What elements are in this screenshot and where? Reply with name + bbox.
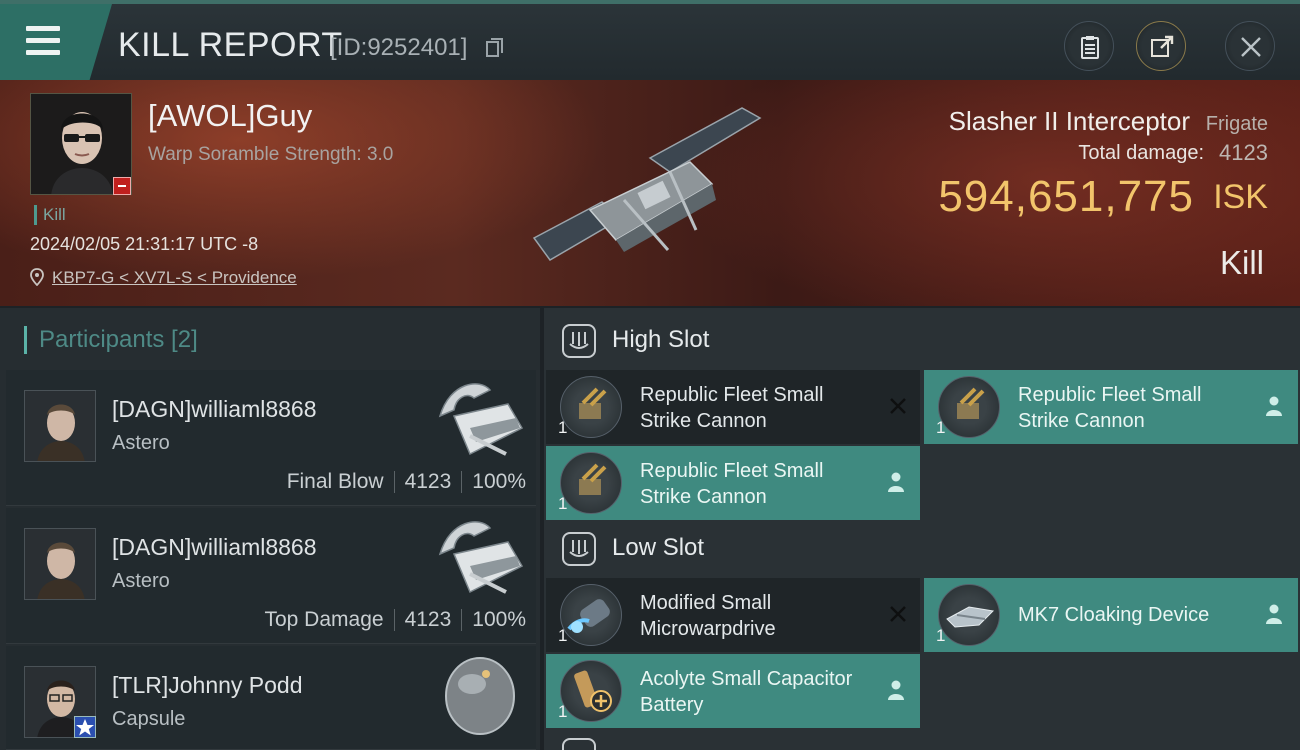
module-high-2[interactable]: 1 Republic Fleet Small Strike Cannon xyxy=(546,446,920,520)
hamburger-icon xyxy=(26,26,60,56)
person-icon xyxy=(888,680,904,700)
kill-result: Kill xyxy=(1219,244,1264,281)
module-name: Republic Fleet Small Strike Cannon xyxy=(1018,384,1202,432)
module-quantity: 1 xyxy=(558,626,568,645)
module-quantity: 1 xyxy=(558,702,568,721)
module-high-1[interactable]: 1 Republic Fleet Small Strike Cannon xyxy=(924,370,1298,444)
cannon-icon xyxy=(560,376,622,438)
participant-stats: Top Damage 4123 100% xyxy=(264,608,526,632)
module-quantity: 1 xyxy=(936,626,946,645)
participant-ship-image xyxy=(438,521,524,594)
module-name: Modified Small Microwarpdrive xyxy=(640,592,776,640)
participant-ship: Astero xyxy=(112,570,170,592)
copy-icon[interactable] xyxy=(486,38,504,58)
total-damage-label: Total damage: xyxy=(1078,142,1204,164)
participant-ship-image xyxy=(438,383,524,456)
module-name: Republic Fleet Small Strike Cannon xyxy=(640,384,824,432)
hostile-status-badge xyxy=(113,177,131,195)
participant-avatar xyxy=(24,390,96,462)
high-slot-label: High Slot xyxy=(612,326,710,353)
page-title: KILL REPORT xyxy=(118,26,343,64)
clipboard-button[interactable] xyxy=(1064,21,1114,71)
isk-value: 594,651,775 xyxy=(938,172,1194,221)
participant-damage: 4123 xyxy=(404,608,452,631)
fitting-panel: High Slot 1 Republic Fleet Small Strike … xyxy=(544,308,1300,750)
participant-role: Top Damage xyxy=(264,608,384,631)
module-high-0[interactable]: 1 Republic Fleet Small Strike Cannon xyxy=(546,370,920,444)
isk-unit: ISK xyxy=(1213,178,1268,216)
participant-avatar xyxy=(24,528,96,600)
menu-button[interactable] xyxy=(0,4,112,80)
kill-tag: Kill xyxy=(34,205,66,225)
module-name: MK7 Cloaking Device xyxy=(1018,604,1210,626)
person-icon xyxy=(1266,604,1282,624)
module-low-1[interactable]: 1 MK7 Cloaking Device xyxy=(924,578,1298,652)
participant-ship: Capsule xyxy=(112,708,186,730)
cannon-icon xyxy=(560,452,622,514)
person-icon xyxy=(1266,396,1282,416)
share-button[interactable] xyxy=(1136,21,1186,71)
participant-damage: 4123 xyxy=(404,470,452,493)
participant-name[interactable]: [DAGN]williaml8868 xyxy=(112,534,317,561)
module-quantity: 1 xyxy=(558,494,568,513)
participant-row[interactable]: [DAGN]williaml8868 Astero Top Damage 4123… xyxy=(6,508,536,644)
participant-percent: 100% xyxy=(472,608,526,631)
participant-role: Final Blow xyxy=(286,470,384,493)
participant-ship: Astero xyxy=(112,432,170,454)
location-link[interactable]: KBP7-G < XV7L-S < Providence xyxy=(52,268,297,288)
clipboard-icon xyxy=(1081,36,1099,59)
share-icon xyxy=(1151,35,1174,57)
close-icon xyxy=(1241,37,1261,57)
destroyed-x-icon xyxy=(890,606,906,622)
participant-name[interactable]: [DAGN]williaml8868 xyxy=(112,396,317,423)
microwarpdrive-icon xyxy=(560,584,622,646)
cloaking-device-icon xyxy=(938,584,1000,646)
module-low-2[interactable]: 1 Acolyte Small Capacitor Battery xyxy=(546,654,920,728)
slot-icon xyxy=(562,324,596,358)
participant-name[interactable]: [TLR]Johnny Podd xyxy=(112,672,303,699)
victim-ship-class: Frigate xyxy=(1205,113,1268,135)
top-bar: KILL REPORT [ID:9252401] xyxy=(0,0,1300,80)
participants-header: Participants [2] xyxy=(24,326,198,354)
participant-row[interactable]: [DAGN]williaml8868 Astero Final Blow 4123… xyxy=(6,370,536,506)
warp-scramble-strength: Warp Soramble Strength: 3.0 xyxy=(148,144,394,165)
person-icon xyxy=(888,472,904,492)
slot-icon xyxy=(562,738,596,750)
location-pin-icon xyxy=(30,268,44,286)
cannon-icon xyxy=(938,376,1000,438)
victim-ship-name[interactable]: Slasher II Interceptor xyxy=(949,106,1190,137)
participant-row[interactable]: [TLR]Johnny Podd Capsule xyxy=(6,646,536,750)
report-id: [ID:9252401] xyxy=(330,34,468,61)
star-badge-icon xyxy=(74,716,96,738)
module-quantity: 1 xyxy=(936,418,946,437)
victim-name[interactable]: [AWOL]Guy xyxy=(148,98,312,134)
capacitor-battery-icon xyxy=(560,660,622,722)
kill-datetime: 2024/02/05 21:31:17 UTC -8 xyxy=(30,234,259,254)
total-damage-value: 4123 xyxy=(1219,140,1268,165)
module-quantity: 1 xyxy=(558,418,568,437)
module-name: Republic Fleet Small Strike Cannon xyxy=(640,460,824,508)
slot-icon xyxy=(562,532,596,566)
participant-stats: Final Blow 4123 100% xyxy=(287,470,526,494)
victim-ship-image xyxy=(532,107,762,261)
destroyed-x-icon xyxy=(890,398,906,414)
module-low-0[interactable]: 1 Modified Small Microwarpdrive xyxy=(546,578,920,652)
low-slot-label: Low Slot xyxy=(612,534,705,561)
capsule-image xyxy=(445,657,515,735)
close-button[interactable] xyxy=(1225,21,1275,71)
module-name: Acolyte Small Capacitor Battery xyxy=(640,668,853,716)
participant-percent: 100% xyxy=(472,470,526,493)
participants-panel: Participants [2] [DAGN]williaml8868 Aste… xyxy=(0,308,540,750)
